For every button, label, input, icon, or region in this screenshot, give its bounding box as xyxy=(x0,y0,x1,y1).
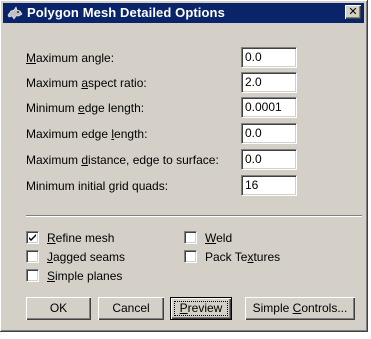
maximum-distance-edge-to-surface-label: Maximum distance, edge to surface: xyxy=(26,153,219,167)
simple-planes-checkbox[interactable]: Simple planes xyxy=(26,268,156,284)
jagged-seams-checkbox[interactable]: Jagged seams xyxy=(26,249,156,265)
refine-mesh-label: Refine mesh xyxy=(47,231,115,245)
pack-textures-label: Pack Textures xyxy=(205,250,281,264)
jagged-seams-label: Jagged seams xyxy=(47,250,126,264)
pack-textures-box[interactable] xyxy=(184,250,197,263)
minimum-edge-length-input[interactable]: 0.0001 xyxy=(241,97,297,118)
maximum-aspect-ratio-input[interactable]: 2.0 xyxy=(241,72,297,93)
cancel-button[interactable]: Cancel xyxy=(98,297,164,320)
jagged-seams-box[interactable] xyxy=(26,250,39,263)
maximum-edge-length-label: Maximum edge length: xyxy=(26,127,148,141)
maximum-angle-input[interactable]: 0.0 xyxy=(241,47,297,68)
separator xyxy=(26,215,362,217)
simple-planes-label: Simple planes xyxy=(47,269,123,283)
simple-controls-button[interactable]: Simple Controls... xyxy=(245,297,355,320)
pack-textures-checkbox[interactable]: Pack Textures xyxy=(184,249,304,265)
simple-planes-box[interactable] xyxy=(26,269,39,282)
maximum-edge-length-input[interactable]: 0.0 xyxy=(241,123,297,144)
weld-label: Weld xyxy=(205,231,233,245)
close-icon: ✕ xyxy=(348,6,358,18)
focus-ring xyxy=(174,301,228,316)
minimum-edge-length-label: Minimum edge length: xyxy=(26,101,145,115)
maximum-angle-label: Maximum angle: xyxy=(26,51,115,65)
checkmark-icon xyxy=(29,234,36,241)
maximum-distance-edge-to-surface-input[interactable]: 0.0 xyxy=(241,149,297,170)
refine-mesh-checkbox[interactable]: Refine mesh xyxy=(26,230,156,246)
minimum-initial-grid-quads-label: Minimum initial grid quads: xyxy=(26,179,169,193)
maximum-aspect-ratio-label: Maximum aspect ratio: xyxy=(26,76,147,90)
weld-checkbox[interactable]: Weld xyxy=(184,230,304,246)
polygon-mesh-dialog: Polygon Mesh Detailed Options ✕ Maximum … xyxy=(0,0,368,332)
title-bar[interactable]: Polygon Mesh Detailed Options ✕ xyxy=(3,3,364,23)
rhino-icon xyxy=(7,5,23,21)
minimum-initial-grid-quads-input[interactable]: 16 xyxy=(241,175,297,196)
refine-mesh-box[interactable] xyxy=(26,231,39,244)
weld-box[interactable] xyxy=(184,231,197,244)
close-button[interactable]: ✕ xyxy=(345,5,361,19)
preview-button[interactable]: Preview xyxy=(170,297,232,320)
window-title: Polygon Mesh Detailed Options xyxy=(27,5,225,20)
ok-button[interactable]: OK xyxy=(26,297,91,320)
